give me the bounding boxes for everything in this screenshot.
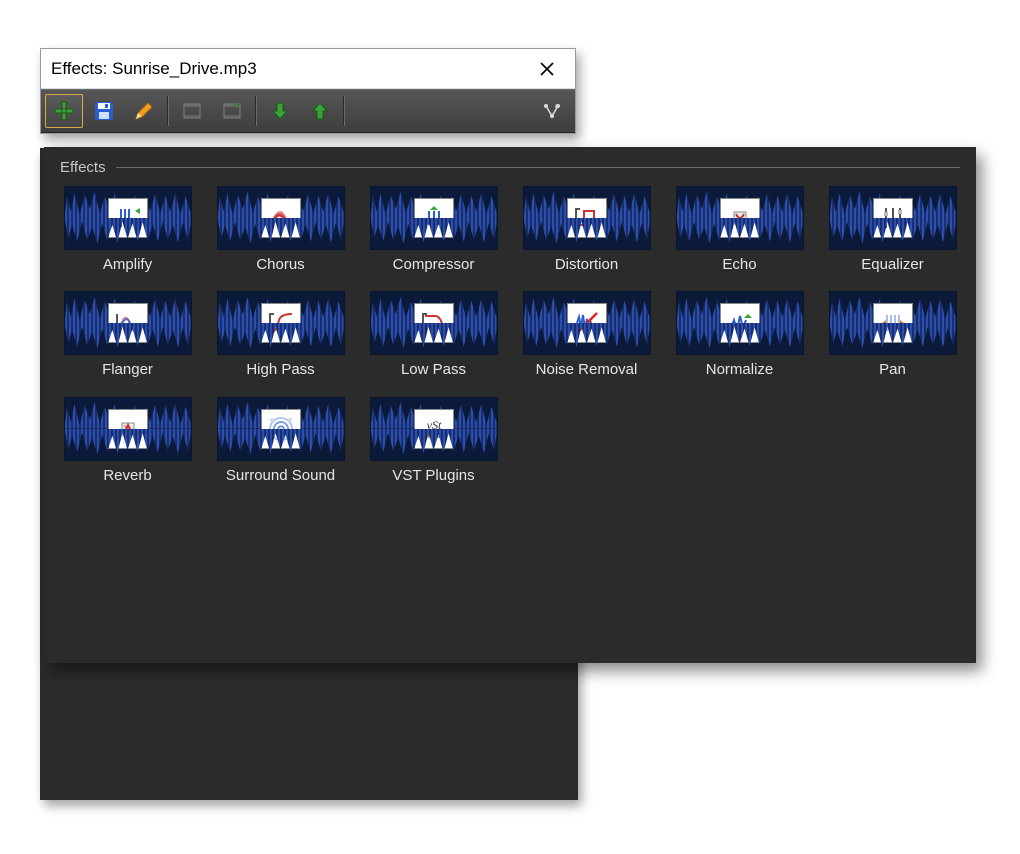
pencil-icon: [133, 100, 155, 122]
effect-label: Normalize: [706, 361, 774, 378]
highpass-icon: [261, 303, 301, 343]
echo-icon: [720, 198, 760, 238]
effect-flanger[interactable]: Flanger: [60, 291, 195, 378]
effect-label: Chorus: [256, 256, 304, 273]
effect-thumbnail: [523, 291, 651, 355]
noiseremoval-icon: [567, 303, 607, 343]
toolbar-separator: [255, 96, 257, 126]
reverb-icon: [108, 409, 148, 449]
effect-surround[interactable]: Surround Sound: [213, 397, 348, 484]
titlebar: Effects: Sunrise_Drive.mp3: [41, 49, 575, 89]
effect-thumbnail: [523, 186, 651, 250]
window-title: Effects: Sunrise_Drive.mp3: [51, 59, 257, 79]
effect-thumbnail: vSt: [370, 397, 498, 461]
normalize-icon: [720, 303, 760, 343]
save-preset-button[interactable]: [85, 94, 123, 128]
effects-group-header: Effects: [60, 159, 960, 176]
edit-effect-button[interactable]: [125, 94, 163, 128]
lowpass-icon: [414, 303, 454, 343]
toolbar-separator: [167, 96, 169, 126]
effect-thumbnail: [217, 291, 345, 355]
effect-amplify[interactable]: Amplify: [60, 186, 195, 273]
distortion-icon: [567, 198, 607, 238]
effect-distortion[interactable]: Distortion: [519, 186, 654, 273]
effect-thumbnail: [64, 397, 192, 461]
move-down-button[interactable]: [261, 94, 299, 128]
effect-echo[interactable]: Echo: [672, 186, 807, 273]
effect-label: Surround Sound: [226, 467, 335, 484]
svg-text:vSt: vSt: [426, 418, 441, 432]
amplify-icon: [108, 198, 148, 238]
effect-thumbnail: [370, 186, 498, 250]
arrow-up-icon: [309, 100, 331, 122]
chain-add-button[interactable]: [213, 94, 251, 128]
effect-thumbnail: [217, 186, 345, 250]
effect-label: Low Pass: [401, 361, 466, 378]
effect-chorus[interactable]: Chorus: [213, 186, 348, 273]
close-icon: [540, 62, 554, 76]
equalizer-icon: [873, 198, 913, 238]
chorus-icon: [261, 198, 301, 238]
filmstrip-icon: [181, 100, 203, 122]
effect-label: Flanger: [102, 361, 153, 378]
routing-button[interactable]: [533, 94, 571, 128]
routing-icon: [541, 100, 563, 122]
flanger-icon: [108, 303, 148, 343]
add-effect-button[interactable]: [45, 94, 83, 128]
compressor-icon: [414, 198, 454, 238]
effect-reverb[interactable]: Reverb: [60, 397, 195, 484]
plus-icon: [53, 100, 75, 122]
effect-thumbnail: [64, 291, 192, 355]
effect-vst[interactable]: vSt VST Plugins: [366, 397, 501, 484]
effect-thumbnail: [676, 291, 804, 355]
effect-thumbnail: [64, 186, 192, 250]
effect-label: Compressor: [393, 256, 475, 273]
floppy-icon: [93, 100, 115, 122]
effect-thumbnail: [370, 291, 498, 355]
vst-icon: vSt: [414, 409, 454, 449]
effects-panel: Effects Amplify Chorus Compressor Distortio…: [44, 147, 976, 663]
surround-icon: [261, 409, 301, 449]
effect-highpass[interactable]: High Pass: [213, 291, 348, 378]
effect-thumbnail: [829, 291, 957, 355]
toolbar: [41, 89, 575, 133]
effect-label: Amplify: [103, 256, 152, 273]
effect-label: Pan: [879, 361, 906, 378]
effects-window: Effects: Sunrise_Drive.mp3: [40, 48, 576, 134]
divider: [116, 167, 960, 168]
effect-label: Noise Removal: [536, 361, 638, 378]
effect-equalizer[interactable]: Equalizer: [825, 186, 960, 273]
effect-label: Distortion: [555, 256, 618, 273]
effect-normalize[interactable]: Normalize: [672, 291, 807, 378]
effect-thumbnail: [217, 397, 345, 461]
effect-compressor[interactable]: Compressor: [366, 186, 501, 273]
effect-label: Echo: [722, 256, 756, 273]
chain-insert-button[interactable]: [173, 94, 211, 128]
pan-icon: [873, 303, 913, 343]
effect-thumbnail: [676, 186, 804, 250]
close-button[interactable]: [525, 54, 569, 84]
effect-noiseremoval[interactable]: Noise Removal: [519, 291, 654, 378]
effect-label: Equalizer: [861, 256, 924, 273]
arrow-down-icon: [269, 100, 291, 122]
effect-label: Reverb: [103, 467, 151, 484]
filmstrip-plus-icon: [221, 100, 243, 122]
effect-label: High Pass: [246, 361, 314, 378]
move-up-button[interactable]: [301, 94, 339, 128]
effect-label: VST Plugins: [392, 467, 474, 484]
effect-thumbnail: [829, 186, 957, 250]
effect-lowpass[interactable]: Low Pass: [366, 291, 501, 378]
toolbar-separator: [343, 96, 345, 126]
effect-pan[interactable]: Pan: [825, 291, 960, 378]
effects-group-label: Effects: [60, 159, 106, 176]
